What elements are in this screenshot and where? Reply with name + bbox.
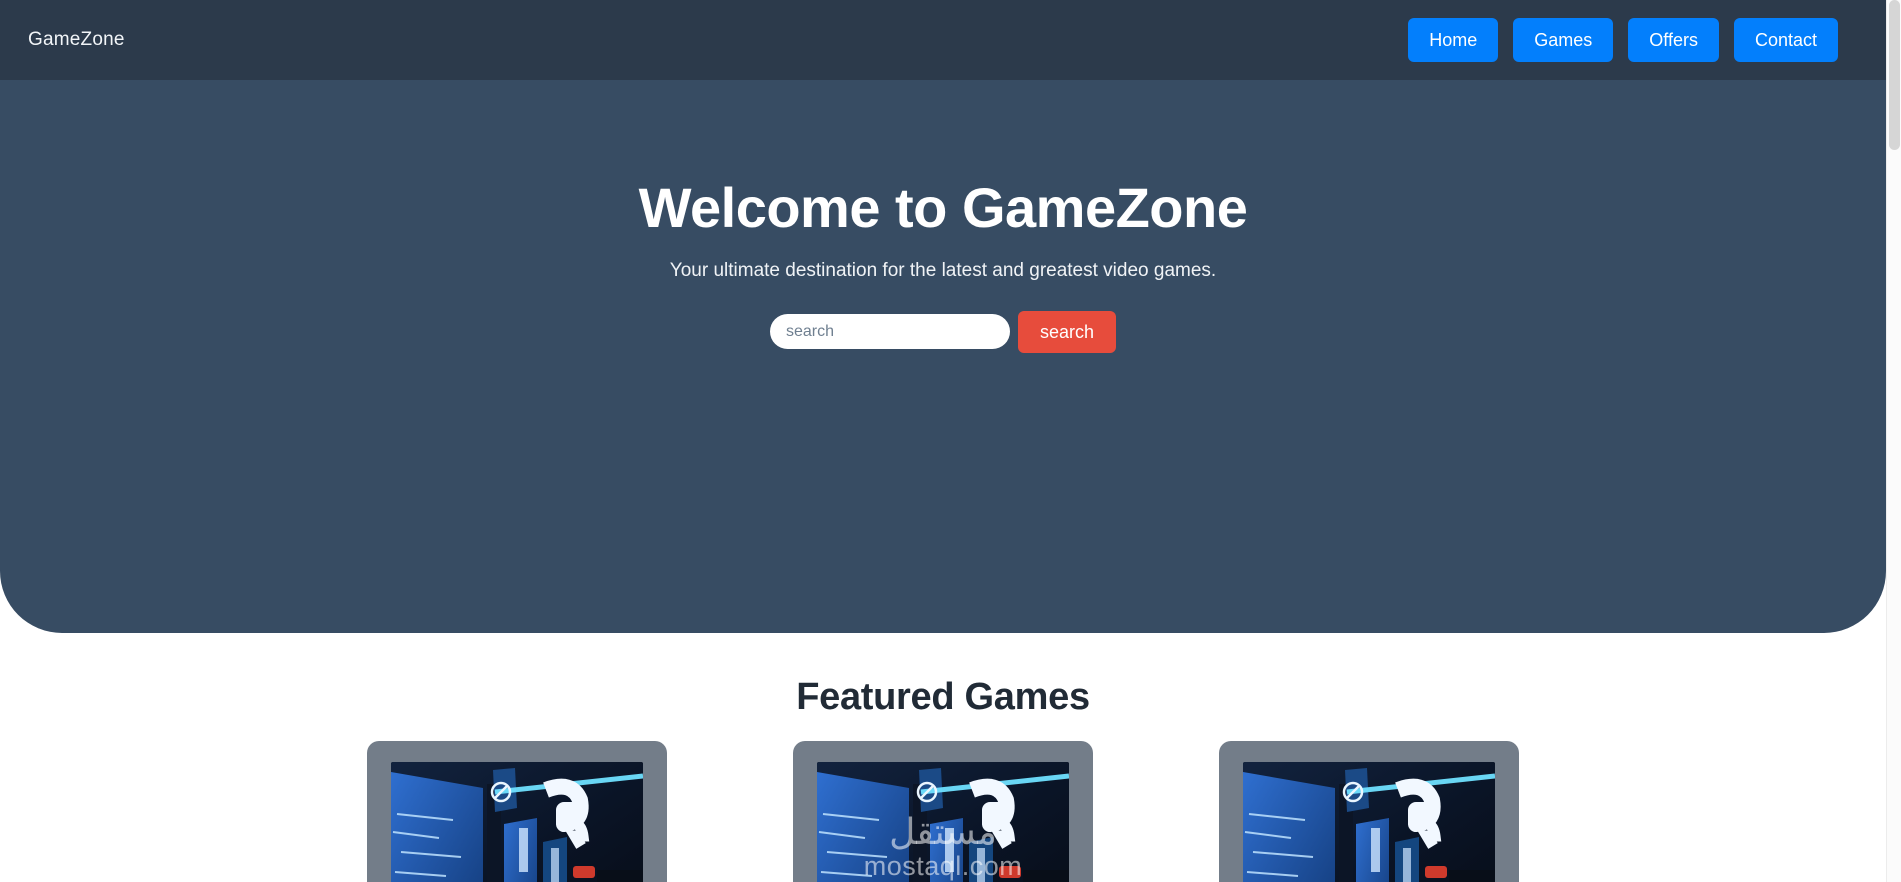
featured-games-title: Featured Games [796, 676, 1090, 718]
hero-title: Welcome to GameZone [638, 176, 1248, 239]
search-input[interactable] [769, 314, 1010, 350]
game-card[interactable]: مستقل mostaql.com [1219, 741, 1519, 882]
nav-item-games[interactable]: Games [1513, 18, 1614, 62]
primary-navigation: Home Games Offers Contact [1408, 18, 1838, 62]
featured-games-section: Featured Games مستقل mostaql.com [0, 633, 1886, 882]
hero-section: Welcome to GameZone Your ultimate destin… [0, 80, 1886, 633]
nav-item-contact[interactable]: Contact [1733, 18, 1838, 62]
game-card[interactable]: مستقل mostaql.com [367, 741, 667, 882]
featured-games-grid: مستقل mostaql.com [0, 741, 1886, 882]
game-card-image: مستقل mostaql.com [391, 762, 643, 882]
hero-search-bar: search [0, 310, 1886, 353]
hero-subtitle: Your ultimate destination for the latest… [669, 259, 1217, 281]
nav-item-offers[interactable]: Offers [1628, 18, 1719, 62]
page-scrollbar[interactable] [1886, 0, 1901, 882]
search-button[interactable]: search [1017, 310, 1117, 353]
game-card-image: مستقل mostaql.com [817, 762, 1069, 882]
scrollbar-thumb[interactable] [1889, 0, 1900, 150]
game-card-image: مستقل mostaql.com [1243, 762, 1495, 882]
game-card[interactable]: مستقل mostaql.com [793, 741, 1093, 882]
nav-item-home[interactable]: Home [1408, 18, 1499, 62]
page-root: GameZone Home Games Offers Contact Welco… [0, 0, 1886, 882]
top-navbar: GameZone Home Games Offers Contact [0, 0, 1886, 80]
brand-logo[interactable]: GameZone [28, 29, 125, 51]
